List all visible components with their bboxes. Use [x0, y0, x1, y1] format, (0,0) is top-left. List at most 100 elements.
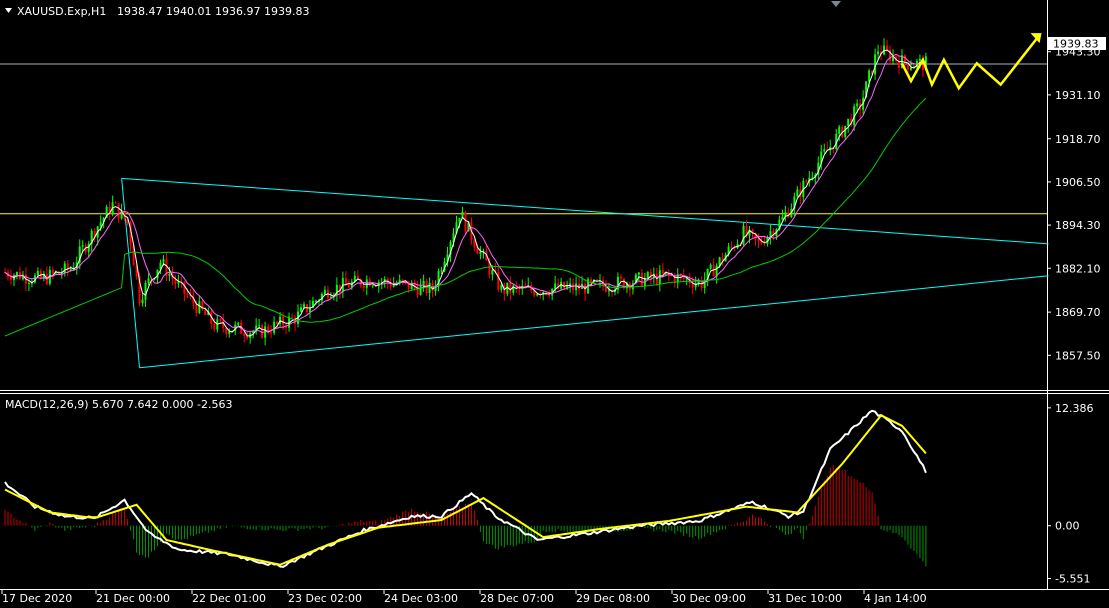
bull-candle [918, 58, 921, 61]
bull-candle [198, 301, 201, 313]
bull-candle [228, 331, 231, 334]
price-tick-label: 1869.70 [1055, 306, 1101, 319]
bull-candle [162, 259, 165, 263]
bull-candle [300, 307, 303, 312]
bull-candle [440, 270, 443, 272]
bear-candle [473, 239, 476, 248]
bull-candle [273, 321, 276, 334]
bull-candle [147, 278, 150, 284]
bear-candle [691, 283, 694, 288]
bull-candle [847, 118, 850, 126]
bull-candle [99, 222, 102, 227]
bear-candle [183, 281, 186, 294]
bear-candle [464, 212, 467, 232]
bull-candle [81, 245, 84, 247]
bear-candle [117, 203, 120, 219]
price-tick-label: 1857.50 [1055, 349, 1101, 362]
bear-candle [243, 333, 246, 336]
bear-candle [186, 293, 189, 296]
bull-candle [428, 282, 431, 294]
bear-candle [497, 271, 500, 290]
bull-candle [637, 272, 640, 275]
bull-candle [479, 251, 482, 254]
bear-candle [619, 276, 622, 279]
bull-candle [844, 125, 847, 137]
bull-candle [856, 103, 859, 107]
macd-tick-label: 12.386 [1055, 402, 1094, 415]
bear-candle [763, 243, 766, 245]
bear-candle [757, 238, 760, 241]
bull-candle [796, 189, 799, 197]
bear-candle [590, 279, 593, 283]
bear-candle [661, 270, 664, 274]
symbol-label: XAUUSD.Exp,H1 [17, 5, 106, 18]
price-tick-label: 1894.30 [1055, 219, 1101, 232]
ohlc-label: 1938.47 1940.01 1936.97 1939.83 [117, 5, 309, 18]
bull-candle [877, 51, 880, 55]
bull-candle [769, 231, 772, 237]
bull-candle [709, 264, 712, 269]
bear-candle [282, 316, 285, 326]
current-price-label: 1939.83 [1053, 38, 1099, 51]
bull-candle [314, 300, 317, 302]
bear-candle [640, 272, 643, 287]
bear-candle [906, 63, 909, 70]
bull-candle [781, 216, 784, 220]
bull-candle [237, 322, 240, 325]
macd-title: MACD(12,26,9) 5.670 7.642 0.000 -2.563 [5, 398, 232, 411]
bull-candle [646, 272, 649, 278]
chart-background [0, 0, 1109, 608]
bear-candle [362, 285, 365, 288]
bear-candle [204, 309, 207, 316]
bull-candle [36, 270, 39, 276]
time-tick-label: 28 Dec 07:00 [480, 592, 554, 605]
time-tick-label: 24 Dec 03:00 [384, 592, 458, 605]
bull-candle [823, 149, 826, 152]
price-tick-label: 1931.10 [1055, 89, 1101, 102]
bear-candle [886, 45, 889, 51]
bull-candle [838, 126, 841, 134]
bull-candle [365, 279, 368, 288]
bull-candle [27, 282, 30, 284]
price-tick-label: 1882.10 [1055, 262, 1101, 275]
bull-candle [554, 283, 557, 289]
time-tick-label: 29 Dec 08:00 [576, 592, 650, 605]
time-tick-label: 30 Dec 09:00 [672, 592, 746, 605]
bull-candle [168, 273, 171, 276]
bull-candle [303, 304, 305, 308]
bull-candle [868, 70, 871, 82]
price-tick-label: 1918.70 [1055, 133, 1101, 146]
bull-candle [491, 269, 494, 275]
bull-candle [742, 225, 745, 245]
bull-candle [144, 283, 147, 300]
macd-tick-label: -5.551 [1055, 573, 1090, 586]
bear-candle [270, 332, 273, 334]
bull-candle [607, 290, 610, 292]
bull-candle [323, 289, 326, 294]
bear-candle [344, 278, 347, 285]
bear-candle [730, 246, 733, 248]
bear-candle [291, 316, 294, 318]
bear-candle [548, 294, 551, 296]
bull-candle [371, 285, 374, 287]
bull-candle [422, 280, 425, 285]
bear-candle [347, 284, 350, 288]
time-tick-label: 23 Dec 02:00 [288, 592, 362, 605]
bull-candle [63, 263, 66, 274]
bear-candle [213, 323, 216, 330]
bear-candle [219, 319, 222, 321]
bear-candle [805, 180, 808, 182]
bull-candle [141, 299, 144, 304]
macd-tick-label: 0.00 [1055, 520, 1080, 533]
bull-candle [909, 67, 912, 70]
bear-candle [51, 269, 54, 274]
time-tick-label: 21 Dec 00:00 [96, 592, 170, 605]
price-chart[interactable]: 1943.301931.101918.701906.501894.301882.… [0, 0, 1109, 608]
bear-candle [509, 282, 512, 293]
bear-candle [261, 325, 264, 338]
bull-candle [575, 283, 578, 291]
time-tick-label: 31 Dec 10:00 [768, 592, 842, 605]
bull-candle [500, 285, 503, 290]
time-tick-label: 4 Jan 14:00 [864, 592, 927, 605]
time-tick-label: 22 Dec 01:00 [192, 592, 266, 605]
